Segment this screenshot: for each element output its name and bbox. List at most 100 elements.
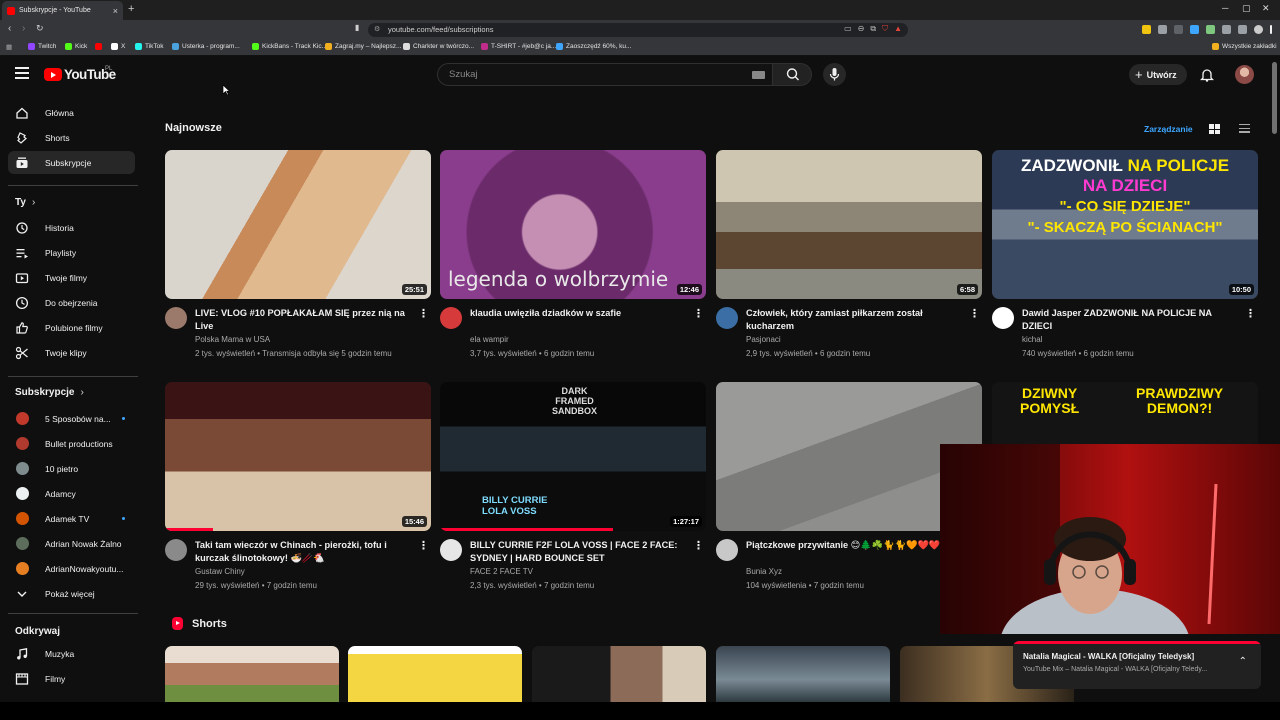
video-channel[interactable]: FACE 2 FACE TV: [470, 567, 533, 576]
sidebar-you-header[interactable]: Ty ›: [15, 197, 35, 208]
profile-icon[interactable]: [1254, 25, 1263, 34]
puzzle-icon[interactable]: [1222, 25, 1231, 34]
browser-tab[interactable]: Subskrypcje - YouTube ×: [2, 1, 123, 20]
video-channel[interactable]: Polska Mama w USA: [195, 335, 270, 344]
site-info-icon[interactable]: ⚙: [374, 25, 380, 33]
video-channel[interactable]: Bunia Xyz: [746, 567, 782, 576]
minimize-icon[interactable]: ─: [1222, 3, 1228, 13]
maximize-icon[interactable]: ▢: [1242, 3, 1251, 14]
sidebar-subscription[interactable]: Adrian Nowak Żalno: [8, 532, 135, 555]
video-title[interactable]: Taki tam wieczór w Chinach - pierożki, t…: [195, 539, 415, 565]
keyboard-icon[interactable]: [752, 71, 765, 79]
video-channel[interactable]: ela wampir: [470, 335, 509, 344]
short-thumbnail[interactable]: [348, 646, 522, 702]
sidebar-subscription[interactable]: 10 pietro: [8, 457, 135, 480]
more-options-icon[interactable]: ⋮: [1245, 307, 1256, 320]
more-options-icon[interactable]: ⋮: [693, 307, 704, 320]
more-options-icon[interactable]: ⋮: [418, 307, 429, 320]
bookmark-item[interactable]: Usterka - program...: [172, 43, 240, 50]
sidebar-subs-header[interactable]: Subskrypcje ›: [15, 387, 84, 398]
channel-avatar[interactable]: [440, 539, 462, 561]
sidebar-item-polubione-filmy[interactable]: Polubione filmy: [8, 316, 135, 339]
browser-menu-icon[interactable]: [1270, 25, 1272, 34]
chevron-up-icon[interactable]: ⌃: [1239, 656, 1247, 667]
all-bookmarks-button[interactable]: Wszystkie zakładki: [1212, 43, 1277, 50]
sidebar-subscription[interactable]: 5 Sposobów na...: [8, 407, 135, 430]
sidebar-item-filmy[interactable]: Filmy: [8, 667, 135, 690]
bookmark-icon[interactable]: ▮: [355, 23, 359, 32]
short-thumbnail[interactable]: [716, 646, 890, 702]
more-options-icon[interactable]: ⋮: [418, 539, 429, 552]
more-options-icon[interactable]: ⋮: [969, 307, 980, 320]
extension-icon[interactable]: [1174, 25, 1183, 34]
sidebar-item-główna[interactable]: Główna: [8, 101, 135, 124]
sidebar-subscription[interactable]: Bullet productions: [8, 432, 135, 455]
voice-search-button[interactable]: [823, 63, 846, 86]
miniplayer[interactable]: Natalia Magical - WALKA [Oficjalny Teled…: [1013, 641, 1261, 689]
extension-icon[interactable]: [1190, 25, 1199, 34]
sidebar-item-subskrypcje[interactable]: Subskrypcje: [8, 151, 135, 174]
video-title[interactable]: Piątczkowe przywitanie 😊🌲☘️🐈🐈🧡❤️❤️: [746, 539, 966, 552]
bookmark-item[interactable]: T-SHIRT - #jeb@c ja...: [481, 43, 556, 50]
video-channel[interactable]: kichal: [1022, 335, 1042, 344]
bookmark-item[interactable]: Kick: [65, 43, 87, 50]
bookmark-item[interactable]: Charkter w twórczo...: [403, 43, 474, 50]
apps-grid-icon[interactable]: ▦: [6, 43, 12, 51]
manage-link[interactable]: Zarządzanie: [1144, 124, 1193, 134]
sidebar-subscription[interactable]: AdrianNowakyoutu...: [8, 557, 135, 580]
channel-avatar[interactable]: [716, 539, 738, 561]
more-options-icon[interactable]: ⋮: [693, 539, 704, 552]
video-title[interactable]: Człowiek, który zamiast piłkarzem został…: [746, 307, 966, 333]
video-title[interactable]: BILLY CURRIE F2F LOLA VOSS | FACE 2 FACE…: [470, 539, 690, 565]
search-button[interactable]: [772, 63, 812, 86]
back-icon[interactable]: ‹: [8, 23, 11, 34]
search-input[interactable]: Szukaj: [437, 63, 773, 86]
sidebar-item-twoje-filmy[interactable]: Twoje filmy: [8, 266, 135, 289]
sidebar-item-twoje-klipy[interactable]: Twoje klipy: [8, 341, 135, 364]
sidebar-item-playlisty[interactable]: Playlisty: [8, 241, 135, 264]
video-channel[interactable]: Pasjonaci: [746, 335, 781, 344]
hamburger-menu-icon[interactable]: [15, 67, 29, 79]
reload-icon[interactable]: ↻: [36, 23, 44, 34]
shield-icon[interactable]: ⛉: [882, 24, 888, 34]
bookmark-item[interactable]: [95, 43, 105, 50]
sidebar-item-historia[interactable]: Historia: [8, 216, 135, 239]
channel-avatar[interactable]: [716, 307, 738, 329]
video-thumbnail[interactable]: legenda o wolbrzymie 12:46: [440, 150, 706, 299]
video-thumbnail[interactable]: 25:51: [165, 150, 431, 299]
bookmark-item[interactable]: Zagraj.my – Najlepsz...: [325, 43, 401, 50]
url-field[interactable]: ⚙ youtube.com/feed/subscriptions ▭ ⊖ ⧉ ⛉…: [368, 23, 908, 37]
translate-icon[interactable]: ⧉: [870, 24, 876, 34]
grid-view-icon[interactable]: [1209, 124, 1220, 134]
warning-icon[interactable]: ▲: [894, 24, 902, 34]
extension-icon[interactable]: [1206, 25, 1215, 34]
bookmark-item[interactable]: TikTok: [135, 43, 164, 50]
channel-avatar[interactable]: [165, 539, 187, 561]
notifications-button[interactable]: [1199, 67, 1215, 87]
video-thumbnail[interactable]: DARK FRAMED SANDBOX BILLY CURRIE LOLA VOSS 1…: [440, 382, 706, 531]
video-thumbnail[interactable]: 15:46: [165, 382, 431, 531]
sidebar-item-do-obejrzenia[interactable]: Do obejrzenia: [8, 291, 135, 314]
sidebar-subscription[interactable]: Adamcy: [8, 482, 135, 505]
create-button[interactable]: + Utwórz: [1129, 64, 1187, 85]
page-scrollbar[interactable]: [1272, 62, 1277, 134]
window-close-icon[interactable]: ✕: [1262, 3, 1270, 14]
list-view-icon[interactable]: [1239, 124, 1250, 135]
sidepanel-icon[interactable]: [1238, 25, 1247, 34]
video-title[interactable]: LIVE: VLOG #10 POPŁAKAŁAM SIĘ przez nią …: [195, 307, 415, 333]
forward-icon[interactable]: ›: [22, 23, 25, 34]
bookmark-item[interactable]: Twitch: [28, 43, 56, 50]
short-thumbnail[interactable]: [532, 646, 706, 702]
bookmark-item[interactable]: Zaoszczędź 60%, ku...: [556, 43, 631, 50]
new-tab-button[interactable]: +: [128, 3, 134, 15]
extension-icon[interactable]: [1142, 25, 1151, 34]
video-title[interactable]: klaudia uwięziła dziadków w szafie: [470, 307, 690, 320]
account-avatar[interactable]: [1235, 65, 1254, 84]
zoom-icon[interactable]: ⊖: [858, 24, 865, 34]
bookmark-item[interactable]: KickBans - Track Kic...: [252, 43, 327, 50]
sidebar-item-shorts[interactable]: Shorts: [8, 126, 135, 149]
cast-icon[interactable]: ▭: [844, 24, 852, 34]
video-thumbnail[interactable]: ZADZWONIŁ NA POLICJE NA DZIECI "- CO SIĘ D…: [992, 150, 1258, 299]
sidebar-item-muzyka[interactable]: Muzyka: [8, 642, 135, 665]
show-more-button[interactable]: Pokaż więcej: [8, 582, 135, 605]
